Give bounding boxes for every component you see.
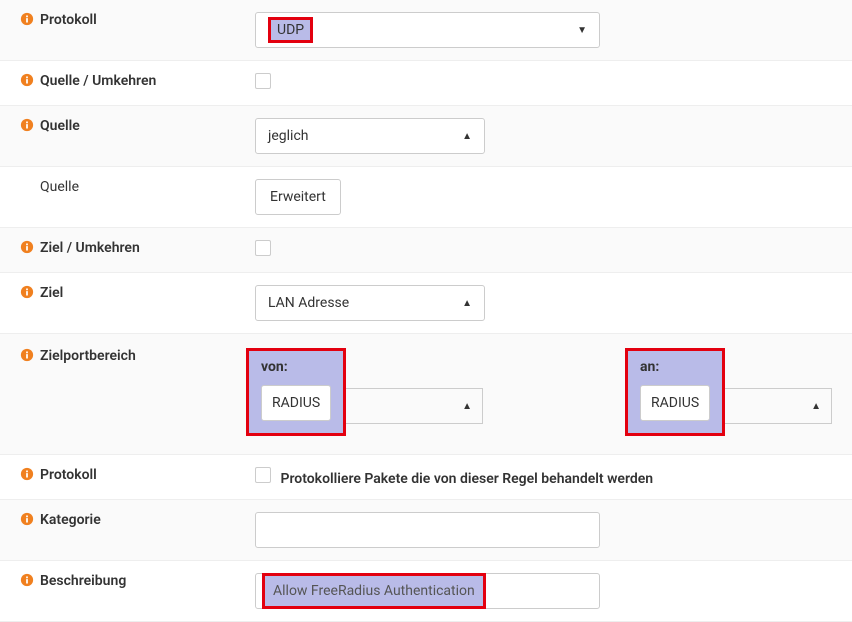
ziel-dropdown[interactable]: LAN Adresse ▲ (255, 285, 485, 321)
row-quelle-umkehren: Quelle / Umkehren (0, 61, 852, 106)
port-von-label: von: (261, 359, 331, 375)
protokoll-log-label: Protokolliere Pakete die von dieser Rege… (280, 471, 653, 487)
row-quelle: Quelle jeglich ▲ (0, 106, 852, 167)
port-an-dropdown[interactable]: RADIUS (640, 385, 710, 421)
info-icon (20, 348, 34, 362)
info-icon (20, 573, 34, 587)
row-zielportbereich: Zielportbereich von: RADIUS ▲ (0, 334, 852, 455)
label-quelle: Quelle (0, 118, 255, 154)
label-ziel: Ziel (0, 285, 255, 321)
info-icon (20, 73, 34, 87)
row-protokoll-log: Protokoll Protokolliere Pakete die von d… (0, 455, 852, 500)
info-icon (20, 12, 34, 26)
caret-up-icon: ▲ (462, 131, 472, 142)
label-protokoll: Protokoll (0, 12, 255, 48)
port-von-box: von: RADIUS (246, 348, 346, 436)
row-kategorie: Kategorie (0, 500, 852, 561)
field-quelle-umkehren (255, 73, 852, 93)
protokoll-dropdown[interactable]: UDP ▼ (255, 12, 600, 48)
label-zielportbereich: Zielportbereich (0, 348, 246, 364)
info-icon (20, 240, 34, 254)
row-ziel-umkehren: Ziel / Umkehren (0, 228, 852, 273)
port-von-dropdown[interactable]: RADIUS (261, 385, 331, 421)
field-beschreibung: Allow FreeRadius Authentication (255, 573, 852, 609)
field-quelle: jeglich ▲ (255, 118, 852, 154)
label-quelle-umkehren: Quelle / Umkehren (0, 73, 255, 93)
info-icon (20, 467, 34, 481)
row-ziel: Ziel LAN Adresse ▲ (0, 273, 852, 334)
port-an-label: an: (640, 359, 710, 375)
row-beschreibung: Beschreibung Allow FreeRadius Authentica… (0, 561, 852, 622)
quelle-dropdown[interactable]: jeglich ▲ (255, 118, 485, 154)
label-protokoll-log: Protokoll (0, 467, 255, 487)
field-ziel-umkehren (255, 240, 852, 260)
field-kategorie (255, 512, 852, 548)
row-protokoll: Protokoll UDP ▼ (0, 0, 852, 61)
field-zielportbereich: von: RADIUS ▲ an: RADIU (246, 348, 852, 436)
caret-up-icon: ▲ (462, 298, 472, 309)
info-icon (20, 285, 34, 299)
label-beschreibung: Beschreibung (0, 573, 255, 609)
field-protokoll: UDP ▼ (255, 12, 852, 48)
caret-up-icon: ▲ (462, 401, 472, 412)
label-kategorie: Kategorie (0, 512, 255, 548)
protokoll-log-checkbox[interactable] (255, 467, 271, 483)
erweitert-button[interactable]: Erweitert (255, 179, 341, 215)
label-ziel-umkehren: Ziel / Umkehren (0, 240, 255, 260)
kategorie-input[interactable] (255, 512, 600, 548)
info-icon (20, 512, 34, 526)
beschreibung-input[interactable]: Allow FreeRadius Authentication (255, 573, 600, 609)
quelle-umkehren-checkbox[interactable] (255, 73, 271, 89)
caret-down-icon: ▼ (577, 25, 587, 36)
row-quelle-adv: Quelle Erweitert (0, 167, 852, 228)
field-protokoll-log: Protokolliere Pakete die von dieser Rege… (255, 467, 852, 487)
ziel-umkehren-checkbox[interactable] (255, 240, 271, 256)
info-icon (20, 118, 34, 132)
caret-up-icon: ▲ (811, 401, 821, 412)
label-quelle-adv: Quelle (0, 179, 255, 215)
port-an-box: an: RADIUS (625, 348, 725, 436)
field-ziel: LAN Adresse ▲ (255, 285, 852, 321)
field-quelle-adv: Erweitert (255, 179, 852, 215)
